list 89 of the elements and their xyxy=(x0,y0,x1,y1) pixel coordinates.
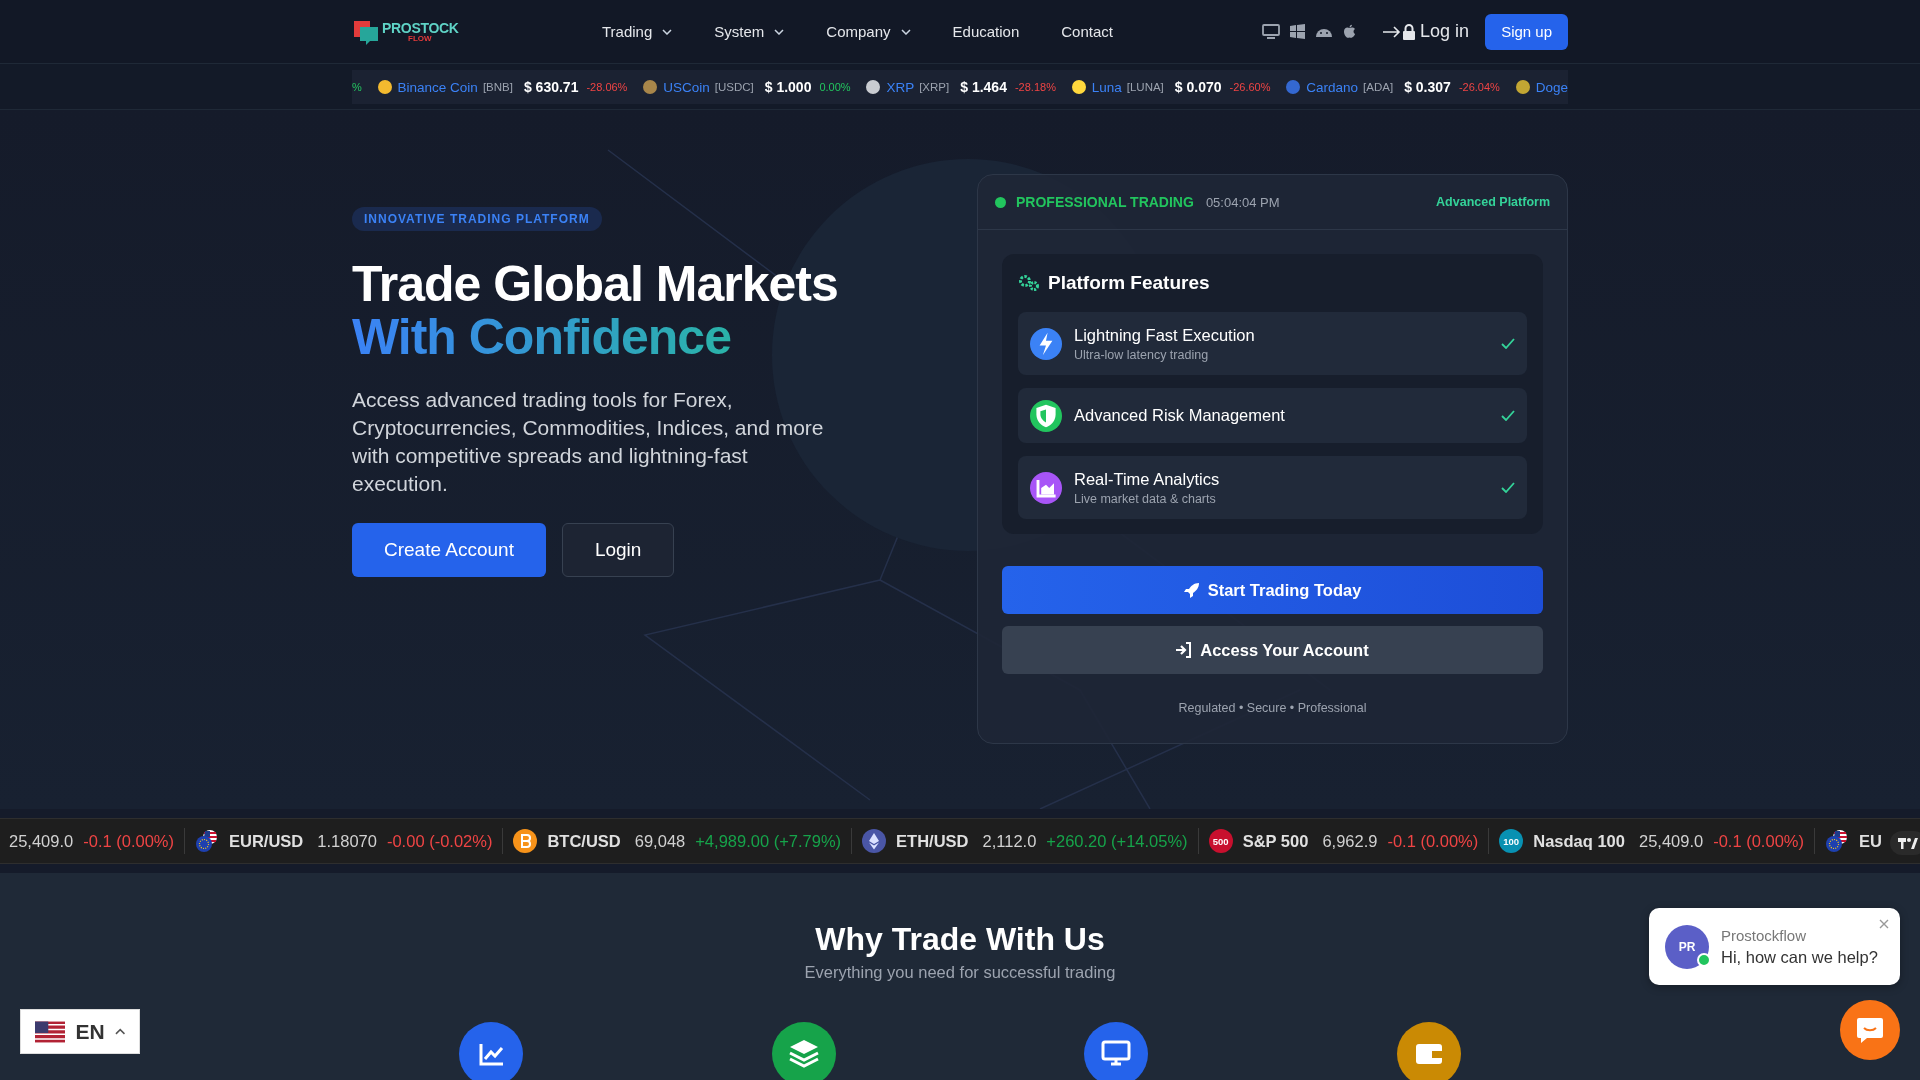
coin-name[interactable]: Luna xyxy=(1091,79,1122,95)
price-change: -28.06% xyxy=(586,81,628,93)
hero-title: Trade Global Markets xyxy=(352,258,838,311)
login-arrow-icon xyxy=(1382,22,1417,41)
coin-symbol: [ADA] xyxy=(1363,81,1394,93)
logo-tagline: FLOW xyxy=(408,34,433,43)
price: 6,962.9 xyxy=(1322,831,1378,851)
time-label: 05:04:04 PM xyxy=(1205,194,1280,210)
desktop-icon[interactable] xyxy=(1262,23,1281,40)
login-button[interactable]: Login xyxy=(561,523,675,577)
symbol[interactable]: BTC/USD xyxy=(547,831,621,851)
price: 25,409.0 xyxy=(9,831,74,851)
section-subtitle: Everything you need for successful trading xyxy=(804,963,1116,982)
nav-menu-item[interactable]: Education xyxy=(931,23,1041,40)
sign-up-button[interactable]: Sign up xyxy=(1485,13,1568,50)
feature-title: Lightning Fast Execution xyxy=(1074,325,1255,345)
price: 2,112.0 xyxy=(982,831,1037,851)
feature-subtitle: Ultra-low latency trading xyxy=(1074,347,1210,362)
price-change: -0.1 (0.00%) xyxy=(1387,831,1479,851)
coin-price: $ 1.000 xyxy=(764,79,812,95)
price: 69,048 xyxy=(634,831,686,851)
price-change: 0.00% xyxy=(819,81,851,93)
symbol[interactable]: EU xyxy=(1859,831,1882,851)
hero-description: Access advanced trading tools for Forex, Cryptocurrencies, Commodities, Indices, and more with competitive spreads and lightning-fast execution. xyxy=(352,387,825,497)
nav-menu-item[interactable]: Contact xyxy=(1040,23,1134,40)
price-change: +260.20 (+14.05%) xyxy=(1046,831,1188,851)
windows-icon[interactable] xyxy=(1290,24,1306,39)
close-icon xyxy=(1878,918,1890,930)
coin-name[interactable]: Doge xyxy=(1535,79,1568,95)
sign-in-icon xyxy=(1176,642,1193,658)
coin-symbol: [LUNA] xyxy=(1126,81,1164,93)
nav-menu-item[interactable]: System xyxy=(693,23,806,40)
gears-icon xyxy=(1018,274,1040,292)
index-badge: 100 xyxy=(1499,829,1524,853)
coin-name[interactable]: USCoin xyxy=(663,79,710,95)
price-change: -28.18% xyxy=(1014,81,1056,93)
price-change: -0.1 (0.00%) xyxy=(1713,831,1804,851)
symbol[interactable]: EUR/USD xyxy=(229,831,304,851)
create-account-button[interactable]: Create Account xyxy=(352,523,546,577)
price: 1.18070 xyxy=(317,831,377,851)
symbol[interactable]: S&P 500 xyxy=(1242,831,1309,851)
coin-price: $ 630.71 xyxy=(523,79,579,95)
index-badge: 500 xyxy=(1208,829,1233,853)
feature-subtitle: Live market data & charts xyxy=(1074,491,1217,506)
tagline-badge: INNOVATIVE TRADING PLATFORM xyxy=(352,207,602,231)
status-dot xyxy=(995,196,1006,208)
price-change: +4,989.00 (+7.79%) xyxy=(695,831,842,851)
coin-name[interactable]: Binance Coin xyxy=(397,79,478,95)
apple-icon[interactable] xyxy=(1343,24,1357,39)
coin-name[interactable]: Cardano xyxy=(1306,79,1359,95)
flag-pair-icon xyxy=(195,829,220,853)
price-change: % xyxy=(352,81,362,93)
chat-bubble-icon xyxy=(1855,1016,1885,1044)
chat-agent-name: Prostockflow xyxy=(1721,926,1808,944)
section-title: Why Trade With Us xyxy=(815,920,1105,959)
price-change: -26.60% xyxy=(1229,81,1271,93)
coin-price: $ 0.307 xyxy=(1404,79,1451,95)
chat-avatar: PR xyxy=(1665,924,1709,969)
price-change: -26.04% xyxy=(1458,81,1500,93)
card-footer-text: Regulated • Secure • Professional xyxy=(1177,701,1368,715)
coin-symbol: [BNB] xyxy=(482,81,513,93)
coin-symbol: [USDC] xyxy=(714,81,754,93)
language-selector[interactable]: EN xyxy=(20,1009,140,1054)
price-change: -0.00 (-0.02%) xyxy=(386,831,493,851)
login-link[interactable]: Log in xyxy=(1382,21,1470,42)
nav-menu-item[interactable]: Company xyxy=(805,23,932,40)
platform-label: Advanced Platform xyxy=(1436,195,1550,209)
nav-menu-item[interactable]: Trading xyxy=(602,23,694,40)
price-change: -0.1 (0.00%) xyxy=(83,831,175,851)
coin-name[interactable]: XRP xyxy=(886,79,915,95)
access-account-button[interactable]: Access Your Account xyxy=(1002,626,1543,674)
status-label: PROFESSIONAL TRADING xyxy=(1016,194,1194,210)
symbol[interactable]: Nasdaq 100 xyxy=(1533,831,1625,851)
caret-icon xyxy=(114,1028,125,1035)
close-button[interactable] xyxy=(1878,918,1890,930)
flag-icon xyxy=(35,1020,66,1043)
coin-symbol: [XRP] xyxy=(919,81,950,93)
feature-title: Advanced Risk Management xyxy=(1074,406,1285,425)
price: 25,409.0 xyxy=(1638,831,1704,851)
features-title: Platform Features xyxy=(1048,272,1210,294)
logo-text[interactable]: PROSTOCK xyxy=(382,20,459,35)
rocket-icon xyxy=(1183,582,1200,598)
chat-message: Hi, how can we help? xyxy=(1721,947,1878,967)
start-trading-button[interactable]: Start Trading Today xyxy=(1002,566,1543,614)
coin-price: $ 0.070 xyxy=(1174,79,1222,95)
coin-price: $ 1.464 xyxy=(960,79,1007,95)
flag-pair-icon xyxy=(1825,829,1849,853)
symbol[interactable]: ETH/USD xyxy=(896,831,969,851)
feature-title: Real-Time Analytics xyxy=(1074,469,1220,489)
